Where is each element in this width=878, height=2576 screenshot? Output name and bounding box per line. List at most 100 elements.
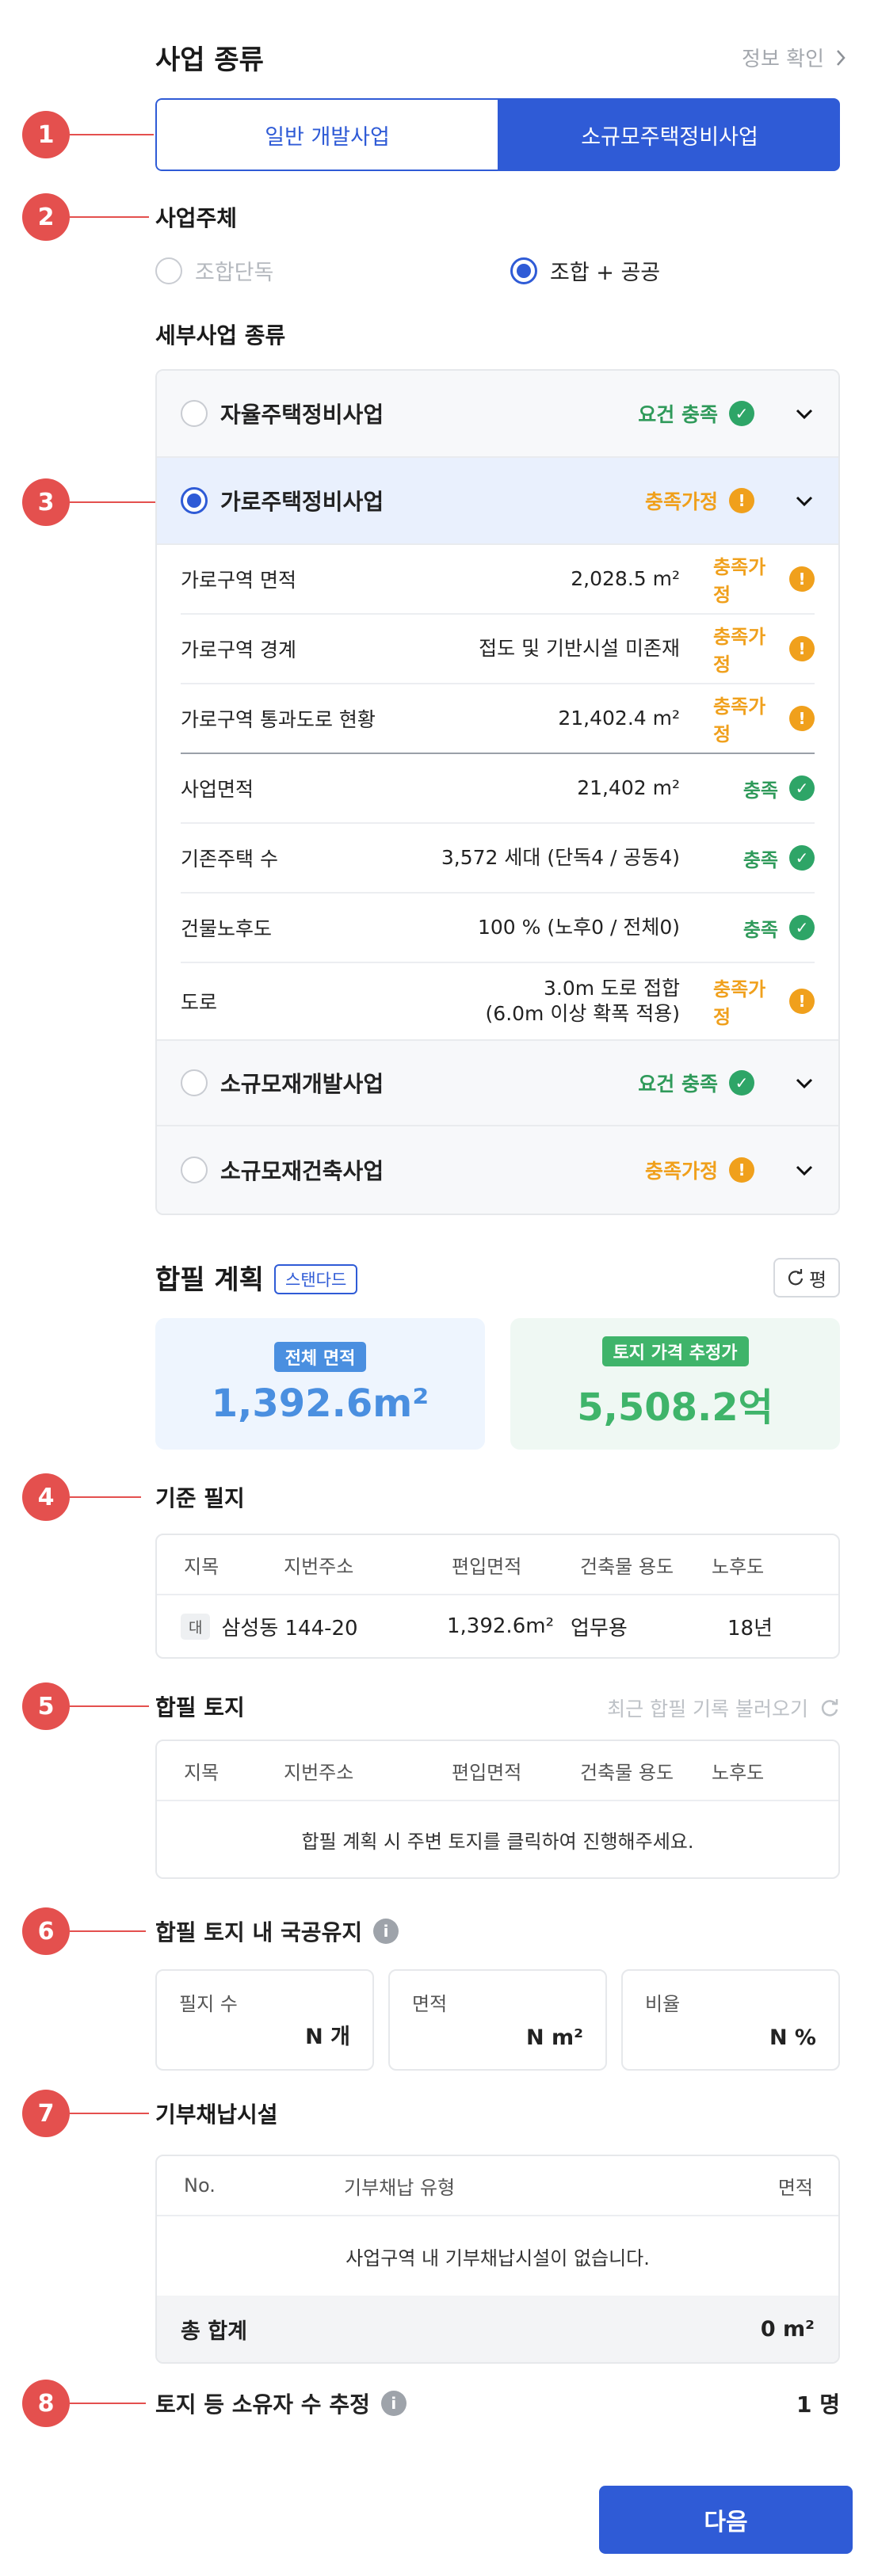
owners-heading: 토지 등 소유자 수 추정 i: [155, 2387, 407, 2419]
info-confirm-label: 정보 확인: [742, 48, 824, 71]
detail-row: 사업면적 21,402 m² 충족 ✓: [181, 754, 815, 824]
base-lot-table: 지목 지번주소 편입면적 건축물 용도 노후도 대 삼성동 144-20 1,3…: [155, 1534, 840, 1659]
detail-value-line: 3.0m 도로 접합: [543, 976, 680, 1000]
operator-option-union-public[interactable]: 조합 + 공공: [510, 255, 660, 286]
sub-business-name: 소규모재건축사업: [220, 1158, 384, 1184]
detail-label: 가로구역 통과도로 현황: [181, 708, 376, 731]
column-header: 편입면적: [452, 1761, 522, 1784]
marker-line: [70, 216, 149, 218]
detail-label: 기존주택 수: [181, 848, 278, 871]
detail-status: 충족가정!: [713, 974, 815, 1029]
info-confirm-link[interactable]: 정보 확인: [742, 43, 846, 72]
column-header: 건축물 용도: [580, 1555, 674, 1578]
exclamation-circle-icon: !: [789, 706, 815, 731]
load-recent-merge-link[interactable]: 최근 합필 기록 불러오기: [607, 1694, 840, 1722]
sub-business-item[interactable]: 소규모재개발사업 요건 충족 ✓: [157, 1039, 838, 1126]
plan-title: 합필 계획: [155, 1264, 264, 1296]
public-land-ratio: 비율 N %: [621, 1969, 840, 2071]
detail-value: 100 % (노후0 / 전체0): [477, 915, 680, 939]
detail-value: 3.0m 도로 접합 (6.0m 이상 확폭 적용): [486, 976, 680, 1027]
unit-toggle-button[interactable]: 평: [773, 1258, 840, 1298]
column-header: 지번주소: [284, 1555, 354, 1578]
total-value: 0 m²: [760, 2316, 815, 2342]
detail-status: 충족 ✓: [713, 914, 815, 942]
sub-business-item[interactable]: 자율주택정비사업 요건 충족 ✓: [157, 371, 838, 458]
radio-unchecked[interactable]: [181, 1069, 208, 1096]
mini-label: 면적: [412, 1993, 448, 2015]
business-type-tabs: 일반 개발사업 소규모주택정비사업: [155, 98, 840, 171]
owners-title: 토지 등 소유자 수 추정: [155, 2391, 370, 2418]
check-circle-icon: ✓: [729, 1070, 754, 1096]
operator-option-label: 조합 + 공공: [550, 261, 661, 285]
table-header: No. 기부채납 유형 면적: [157, 2156, 838, 2216]
marker-8: 8: [22, 2380, 70, 2427]
detail-status-label: 충족가정: [713, 556, 766, 606]
mini-label: 필지 수: [179, 1993, 238, 2015]
marker-line: [70, 134, 154, 135]
detail-value: 접도 및 기반시설 미존재: [479, 636, 680, 660]
radio-checked[interactable]: [181, 487, 208, 514]
detail-row: 가로구역 경계 접도 및 기반시설 미존재 충족가정!: [181, 615, 815, 684]
table-header: 지목 지번주소 편입면적 건축물 용도 노후도: [157, 1535, 838, 1595]
detail-value: 3,572 세대 (단독4 / 공동4): [441, 845, 680, 869]
detail-label: 가로구역 경계: [181, 638, 296, 661]
chevron-down-icon[interactable]: [794, 490, 815, 511]
sub-business-card: 자율주택정비사업 요건 충족 ✓ 가로주택정비사업 충족가정 ! 가로구역 면적…: [155, 369, 840, 1215]
land-price-value: 5,508.2억: [577, 1385, 773, 1430]
mini-label: 비율: [645, 1993, 681, 2015]
radio-unchecked[interactable]: [181, 400, 208, 427]
detail-row: 기존주택 수 3,572 세대 (단독4 / 공동4) 충족 ✓: [181, 824, 815, 894]
sub-business-name: 소규모재개발사업: [220, 1071, 384, 1097]
column-header: 지번주소: [284, 1761, 354, 1784]
refresh-icon: [788, 1269, 804, 1286]
info-icon[interactable]: i: [373, 1919, 399, 1944]
chevron-down-icon[interactable]: [794, 403, 815, 424]
lot-use: 업무용: [571, 1616, 628, 1640]
detail-label: 건물노후도: [181, 917, 273, 940]
refresh-icon: [821, 1699, 838, 1717]
base-lot-title: 기준 필지: [155, 1485, 245, 1511]
detail-label: 가로구역 면적: [181, 569, 296, 592]
detail-value: 2,028.5 m²: [571, 566, 680, 590]
land-price-box: 토지 가격 추정가 5,508.2억: [510, 1318, 840, 1450]
detail-status-label: 충족가정: [713, 978, 766, 1028]
detail-status: 충족 ✓: [713, 844, 815, 872]
sub-business-item[interactable]: 가로주택정비사업 충족가정 !: [157, 458, 838, 545]
status-badge: 충족가정 !: [645, 1156, 754, 1184]
column-header: 노후도: [712, 1761, 765, 1784]
marker-7: 7: [22, 2090, 70, 2137]
status-label: 충족가정: [644, 490, 718, 513]
land-price-label: 토지 가격 추정가: [601, 1336, 749, 1366]
radio-unchecked[interactable]: [181, 1157, 208, 1183]
chevron-down-icon[interactable]: [794, 1160, 815, 1180]
tab-small-housing-renewal[interactable]: 소규모주택정비사업: [499, 98, 840, 171]
status-label: 요건 충족: [638, 1073, 718, 1096]
operator-option-union-only[interactable]: 조합단독: [155, 255, 273, 286]
mini-value: N %: [769, 2025, 816, 2050]
sub-business-item[interactable]: 소규모재건축사업 충족가정 !: [157, 1126, 838, 1214]
next-button[interactable]: 다음: [599, 2486, 853, 2554]
tab-general-development[interactable]: 일반 개발사업: [155, 98, 499, 171]
exclamation-circle-icon: !: [729, 488, 754, 513]
owners-value: 1 명: [796, 2391, 840, 2418]
detail-status-label: 충족가정: [713, 695, 766, 745]
status-label: 요건 충족: [638, 403, 718, 426]
lot-address: 삼성동 144-20: [221, 1616, 358, 1640]
marker-5: 5: [22, 1682, 70, 1730]
detail-value-line: (6.0m 이상 확폭 적용): [485, 1002, 680, 1025]
detail-status-label: 충족: [742, 779, 778, 802]
total-row: 총 합계 0 m²: [157, 2296, 838, 2362]
empty-message: 사업구역 내 기부채납시설이 없습니다.: [345, 2246, 650, 2269]
marker-line: [70, 501, 155, 503]
info-icon[interactable]: i: [380, 2391, 407, 2416]
sub-business-details: 가로구역 면적 2,028.5 m² 충족가정! 가로구역 경계 접도 및 기반…: [157, 545, 838, 1039]
chevron-down-icon[interactable]: [794, 1073, 815, 1093]
radio-unchecked: [155, 257, 182, 284]
marker-line: [70, 1705, 149, 1707]
total-label: 총 합계: [181, 2319, 247, 2344]
detail-status-label: 충족: [742, 918, 778, 941]
marker-3: 3: [22, 478, 70, 526]
status-badge: 충족가정 !: [645, 486, 754, 515]
table-row[interactable]: 대 삼성동 144-20 1,392.6m² 업무용 18년: [157, 1595, 838, 1657]
check-circle-icon: ✓: [789, 915, 815, 940]
